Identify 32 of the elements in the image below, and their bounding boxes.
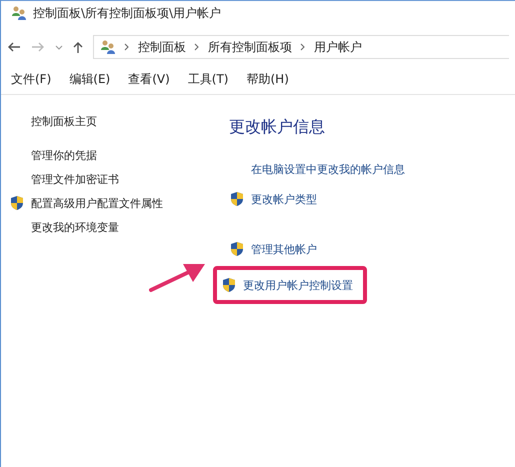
chevron-icon (194, 43, 200, 51)
users-icon (11, 5, 27, 21)
account-link[interactable]: 管理其他帐户 (251, 242, 317, 256)
users-icon (100, 39, 116, 55)
shield-icon (9, 195, 25, 211)
sidebar-link[interactable]: 更改我的环境变量 (31, 220, 119, 234)
breadcrumb-item[interactable]: 控制面板 (138, 38, 186, 56)
sidebar-link[interactable]: 配置高级用户配置文件属性 (31, 196, 163, 210)
menu-item[interactable]: 工具(T) (188, 71, 228, 88)
sidebar-link[interactable]: 控制面板主页 (31, 114, 97, 128)
sidebar-link[interactable]: 管理文件加密证书 (31, 172, 119, 186)
window-title: 控制面板\所有控制面板项\用户帐户 (33, 4, 222, 22)
sidebar-link[interactable]: 管理你的凭据 (31, 148, 97, 162)
address-bar[interactable]: 控制面板 所有控制面板项 用户帐户 (93, 35, 509, 59)
shield-icon (229, 241, 245, 257)
menu-item[interactable]: 查看(V) (128, 71, 170, 88)
shield-icon (221, 277, 237, 293)
breadcrumb-item[interactable]: 用户帐户 (314, 38, 362, 56)
menu-item[interactable]: 帮助(H) (246, 71, 289, 88)
account-link[interactable]: 更改帐户类型 (251, 192, 317, 206)
caret-icon[interactable] (55, 44, 63, 50)
breadcrumb-item[interactable]: 所有控制面板项 (208, 38, 292, 56)
chevron-icon (300, 43, 306, 51)
menu-item[interactable]: 编辑(E) (69, 71, 110, 88)
chevron-icon (124, 43, 130, 51)
up-icon[interactable] (73, 40, 83, 54)
section-heading: 更改帐户信息 (229, 117, 326, 138)
account-link[interactable]: 更改用户帐户控制设置 (243, 278, 353, 292)
menu-item[interactable]: 文件(F) (11, 71, 52, 88)
account-link[interactable]: 在电脑设置中更改我的帐户信息 (251, 162, 405, 176)
shield-icon (229, 191, 245, 207)
back-icon[interactable] (7, 42, 21, 52)
